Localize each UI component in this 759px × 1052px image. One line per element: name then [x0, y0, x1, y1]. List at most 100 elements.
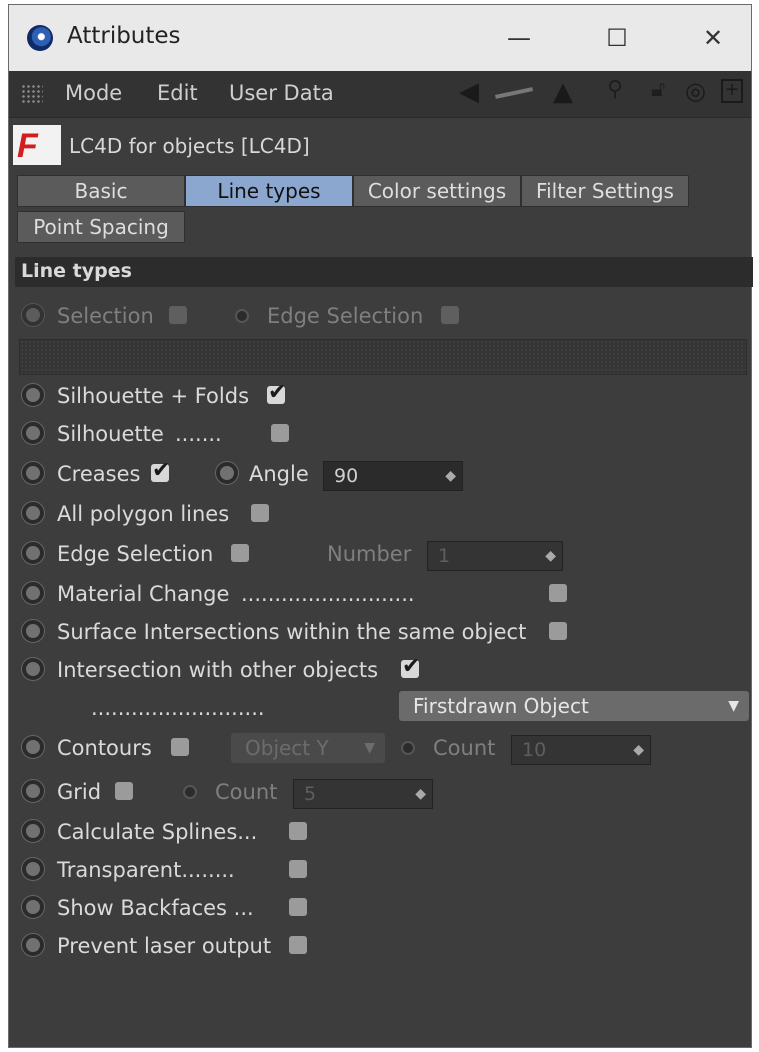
contours-checkbox[interactable] [171, 738, 189, 756]
lock-icon[interactable]: 🔓︎ [651, 77, 665, 102]
minimize-button[interactable]: — [497, 21, 541, 55]
tab-point-spacing[interactable]: Point Spacing [17, 211, 185, 243]
contours-count-radio[interactable] [401, 741, 415, 755]
contours-count-input[interactable]: 10 ◆ [511, 735, 651, 765]
menu-mode[interactable]: Mode [65, 81, 122, 105]
row-calc-splines: Calculate Splines... [9, 815, 751, 849]
dropdown-arrow-icon: ▼ [364, 740, 375, 756]
show-backfaces-checkbox[interactable] [289, 898, 307, 916]
tab-basic[interactable]: Basic [17, 175, 185, 207]
target-icon[interactable]: ◎ [685, 77, 706, 105]
menu-user-data[interactable]: User Data [229, 81, 334, 105]
creases-anim-radio[interactable] [21, 461, 45, 485]
row-contours: Contours Object Y ▼ Count 10 ◆ [9, 731, 751, 765]
object-name: LC4D for objects [LC4D] [69, 134, 310, 158]
row-transparent: Transparent........ [9, 853, 751, 887]
intersection-other-anim-radio[interactable] [21, 657, 45, 681]
tab-filter-settings[interactable]: Filter Settings [521, 175, 689, 207]
maximize-button[interactable]: ☐ [595, 21, 639, 55]
row-silhouette: Silhouette ....... [9, 417, 751, 451]
menu-bar: Mode Edit User Data ◀ ▲ ⚲ 🔓︎ ◎ + [9, 71, 751, 118]
number-spinner-icon[interactable]: ◆ [545, 542, 556, 570]
material-change-dots: .......................... [241, 582, 415, 606]
material-change-checkbox[interactable] [549, 584, 567, 602]
firstdrawn-dropdown[interactable]: Firstdrawn Object ▼ [399, 691, 749, 721]
silhouette-folds-anim-radio[interactable] [21, 383, 45, 407]
grid-count-radio[interactable] [183, 785, 197, 799]
selection-checkbox[interactable] [169, 306, 187, 324]
material-change-label: Material Change [57, 582, 230, 606]
edge-selection-checkbox[interactable] [231, 544, 249, 562]
transparent-checkbox[interactable] [289, 860, 307, 878]
silhouette-dots: ....... [175, 422, 222, 446]
history-slider[interactable] [494, 87, 534, 99]
prevent-laser-checkbox[interactable] [289, 936, 307, 954]
number-label: Number [327, 542, 412, 566]
back-arrow-icon[interactable]: ◀ [459, 77, 479, 107]
tab-line-types[interactable]: Line types [185, 175, 353, 207]
close-button[interactable]: ✕ [691, 21, 735, 55]
edge-selection-top-label: Edge Selection [267, 304, 424, 328]
row-all-polygon: All polygon lines [9, 497, 751, 531]
edge-selection-radio[interactable] [235, 309, 249, 323]
surface-intersections-anim-radio[interactable] [21, 619, 45, 643]
title-bar: Attributes — ☐ ✕ [9, 5, 751, 71]
contours-spinner-icon[interactable]: ◆ [633, 736, 644, 764]
grid-count-input[interactable]: 5 ◆ [293, 779, 433, 809]
row-edge-selection: Edge Selection Number 1 ◆ [9, 537, 751, 571]
drag-grip-icon[interactable] [21, 84, 43, 104]
row-firstdrawn: .......................... Firstdrawn Ob… [9, 691, 751, 725]
section-title: Line types [21, 260, 132, 282]
silhouette-folds-checkbox[interactable] [267, 380, 286, 405]
row-grid: Grid Count 5 ◆ [9, 775, 751, 809]
tab-color-settings[interactable]: Color settings [353, 175, 521, 207]
prevent-laser-anim-radio[interactable] [21, 933, 45, 957]
lc4d-logo: F [13, 125, 61, 165]
transparent-anim-radio[interactable] [21, 857, 45, 881]
number-input[interactable]: 1 ◆ [427, 541, 563, 571]
search-icon[interactable]: ⚲ [607, 77, 623, 102]
intersection-other-label: Intersection with other objects [57, 658, 379, 682]
edge-selection-anim-radio[interactable] [21, 541, 45, 565]
logo-letter: F [17, 127, 38, 165]
section-header: Line types [15, 257, 753, 287]
firstdrawn-dots: .......................... [91, 696, 265, 720]
new-panel-icon[interactable]: + [721, 79, 743, 103]
intersection-other-checkbox[interactable] [401, 654, 420, 679]
angle-label: Angle [249, 462, 309, 486]
contours-anim-radio[interactable] [21, 735, 45, 759]
dropdown-arrow-icon: ▼ [728, 698, 739, 714]
grid-spinner-icon[interactable]: ◆ [415, 780, 426, 808]
calc-splines-checkbox[interactable] [289, 822, 307, 840]
show-backfaces-label: Show Backfaces ... [57, 896, 254, 920]
row-selection: Selection Edge Selection [9, 299, 751, 333]
prevent-laser-label: Prevent laser output [57, 934, 272, 958]
silhouette-folds-label: Silhouette + Folds [57, 384, 250, 408]
number-value: 1 [438, 545, 451, 567]
menu-edit[interactable]: Edit [157, 81, 198, 105]
grid-checkbox[interactable] [115, 782, 133, 800]
edge-selection-top-checkbox[interactable] [441, 306, 459, 324]
firstdrawn-value: Firstdrawn Object [413, 694, 589, 718]
creases-checkbox[interactable] [151, 458, 170, 483]
surface-intersections-checkbox[interactable] [549, 622, 567, 640]
calc-splines-anim-radio[interactable] [21, 819, 45, 843]
angle-spinner-icon[interactable]: ◆ [445, 462, 456, 490]
silhouette-label: Silhouette [57, 422, 164, 446]
all-polygon-checkbox[interactable] [251, 504, 269, 522]
grid-anim-radio[interactable] [21, 779, 45, 803]
grid-count-label: Count [215, 780, 278, 804]
material-change-anim-radio[interactable] [21, 581, 45, 605]
silhouette-anim-radio[interactable] [21, 421, 45, 445]
row-material-change: Material Change ........................… [9, 577, 751, 611]
contours-axis-dropdown[interactable]: Object Y ▼ [231, 733, 385, 763]
angle-anim-radio[interactable] [215, 461, 239, 485]
all-polygon-anim-radio[interactable] [21, 501, 45, 525]
row-prevent-laser: Prevent laser output [9, 929, 751, 963]
up-arrow-icon[interactable]: ▲ [553, 77, 573, 107]
silhouette-checkbox[interactable] [271, 424, 289, 442]
show-backfaces-anim-radio[interactable] [21, 895, 45, 919]
contours-count-value: 10 [522, 739, 547, 761]
selection-anim-radio[interactable] [21, 303, 45, 327]
angle-input[interactable]: 90 ◆ [323, 461, 463, 491]
